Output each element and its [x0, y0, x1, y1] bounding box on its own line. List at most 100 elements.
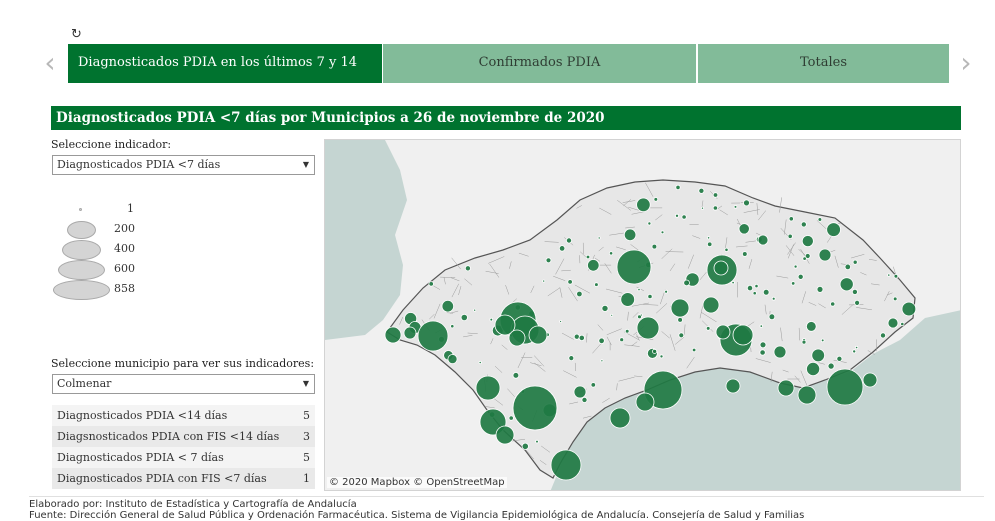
- municipality-bubble: [818, 248, 832, 262]
- municipality-bubble: [450, 324, 455, 329]
- municipio-select[interactable]: Colmenar ▼: [52, 374, 315, 394]
- municipality-bubble: [862, 372, 878, 388]
- municipality-bubble: [587, 259, 600, 272]
- page-title: Diagnosticados PDIA <7 días por Municipi…: [51, 106, 961, 130]
- municipality-bubble: [573, 385, 587, 399]
- municipality-bubble: [597, 236, 601, 240]
- previous-tab-arrow-icon[interactable]: ‹: [40, 49, 60, 77]
- municipality-bubble: [811, 348, 826, 363]
- municipality-bubble: [901, 301, 917, 317]
- indicator-select[interactable]: Diagnosticados PDIA <7 días ▼: [52, 155, 315, 175]
- municipality-bubble: [558, 245, 566, 252]
- municipality-bubble: [725, 378, 741, 394]
- municipality-bubble: [384, 326, 402, 344]
- municipality-bubble: [609, 407, 631, 429]
- municipality-bubble: [827, 362, 835, 370]
- municipality-bubble: [854, 345, 859, 350]
- map-canvas[interactable]: [325, 140, 961, 491]
- municipality-bubble: [619, 337, 625, 343]
- municipality-bubble: [664, 289, 669, 294]
- legend-circle: [62, 240, 101, 260]
- municipality-bubble: [706, 236, 711, 240]
- municipality-bubble: [677, 317, 683, 323]
- municipality-bubble: [836, 355, 843, 362]
- next-tab-arrow-icon[interactable]: ›: [956, 49, 976, 77]
- indicator-select-value: Diagnosticados PDIA <7 días: [57, 158, 221, 171]
- municipality-bubble: [559, 320, 563, 323]
- municipality-bubble: [768, 313, 776, 321]
- municipality-bubble: [759, 349, 766, 356]
- indicator-value: 5: [303, 409, 310, 422]
- municipality-bubble: [797, 385, 817, 405]
- municipality-bubble: [550, 449, 582, 481]
- municipality-bubble: [594, 282, 599, 287]
- municipality-bubble: [698, 187, 705, 194]
- municipality-bubble: [545, 257, 552, 264]
- municipality-bubble: [707, 241, 713, 247]
- municipality-bubble: [528, 325, 548, 345]
- map-attribution: © 2020 Mapbox © OpenStreetMap: [327, 477, 507, 488]
- municipality-bubble: [731, 280, 735, 285]
- legend-value: 1: [127, 202, 134, 215]
- municipality-bubble: [802, 256, 807, 261]
- legend-value: 600: [114, 262, 135, 275]
- municipality-bubble: [652, 348, 658, 354]
- municipality-bubble: [647, 293, 653, 300]
- indicator-name: Diagnosticados PDIA <14 días: [57, 409, 228, 422]
- legend-item: 600: [52, 260, 142, 280]
- municipality-bubble: [601, 304, 609, 312]
- municipality-bubble: [839, 277, 854, 292]
- municipality-bubble: [565, 237, 572, 244]
- indicators-table: Diagnosticados PDIA <14 días 5 Diagsnost…: [52, 405, 315, 489]
- municipio-label: Seleccione municipio para ver sus indica…: [51, 357, 315, 370]
- municipality-bubble: [573, 333, 580, 340]
- municipality-bubble: [620, 292, 636, 307]
- municipality-bubble: [851, 288, 858, 295]
- municipality-bubble: [635, 392, 655, 412]
- municipality-map[interactable]: © 2020 Mapbox © OpenStreetMap: [324, 139, 961, 491]
- municipality-bubble: [576, 290, 583, 298]
- legend-circle: [58, 260, 105, 280]
- tab-confirmados[interactable]: Confirmados PDIA: [383, 44, 696, 83]
- municipality-bubble: [512, 372, 520, 379]
- legend-value: 200: [114, 222, 135, 235]
- municipality-bubble: [616, 249, 652, 285]
- municipality-bubble: [521, 442, 529, 450]
- municipality-bubble: [759, 324, 763, 328]
- municipality-bubble: [800, 221, 807, 228]
- municipality-bubble: [478, 360, 482, 365]
- municipality-bubble: [512, 385, 558, 431]
- municipality-bubble: [441, 299, 455, 313]
- municipality-bubble: [647, 221, 652, 226]
- tab-totales[interactable]: Totales: [698, 44, 949, 83]
- municipality-bubble: [752, 291, 757, 296]
- municipality-bubble: [817, 217, 823, 222]
- municipality-bubble: [636, 197, 651, 213]
- municipality-bubble: [746, 285, 754, 292]
- municipality-bubble: [674, 213, 679, 218]
- municipality-bubble: [757, 234, 769, 246]
- municipality-bubble: [762, 289, 770, 296]
- legend-item: 858: [52, 280, 142, 300]
- municipality-bubble: [741, 251, 748, 257]
- municipality-bubble: [887, 317, 899, 329]
- municipality-bubble: [542, 279, 546, 283]
- legend-item: 200: [52, 220, 142, 240]
- municipality-bubble: [508, 329, 526, 347]
- municipality-bubble: [733, 205, 738, 209]
- table-row: Diagsnosticados PDIA con FIS <14 días 3: [52, 426, 315, 447]
- municipality-bubble: [773, 345, 787, 359]
- municipality-bubble: [887, 273, 891, 277]
- tab-diagnosticados[interactable]: Diagnosticados PDIA en los últimos 7 y 1…: [68, 44, 382, 83]
- size-legend: 1 200 400 600 858: [52, 200, 142, 300]
- chevron-down-icon: ▼: [302, 379, 309, 388]
- municipality-bubble: [820, 338, 825, 343]
- municipality-bubble: [581, 396, 588, 403]
- municipality-bubble: [637, 314, 642, 320]
- municipality-bubble: [713, 260, 729, 276]
- municipality-bubble: [678, 332, 685, 339]
- indicator-name: Diagnosticados PDIA < 7 días: [57, 451, 224, 464]
- chevron-down-icon: ▼: [302, 160, 309, 169]
- indicator-value: 1: [303, 472, 310, 485]
- refresh-icon[interactable]: ↻: [71, 28, 85, 42]
